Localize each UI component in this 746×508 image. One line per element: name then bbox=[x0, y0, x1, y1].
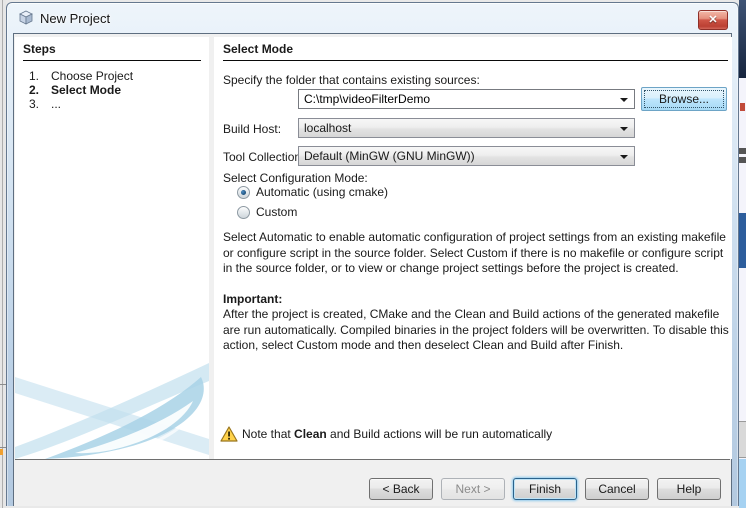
radio-button-icon[interactable] bbox=[237, 186, 250, 199]
dropdown-arrow-icon bbox=[620, 127, 628, 131]
radio-automatic[interactable]: Automatic (using cmake) bbox=[237, 185, 388, 199]
select-mode-panel: Select Mode Specify the folder that cont… bbox=[214, 37, 732, 459]
step-label: Select Mode bbox=[51, 83, 121, 97]
radio-custom[interactable]: Custom bbox=[237, 205, 297, 219]
cube-icon bbox=[18, 10, 34, 26]
step-number: 1. bbox=[29, 69, 51, 83]
radio-button-icon[interactable] bbox=[237, 206, 250, 219]
tool-collection-value: Default (MinGW (GNU MinGW)) bbox=[304, 149, 475, 163]
next-button[interactable]: Next > bbox=[441, 478, 505, 500]
cancel-button[interactable]: Cancel bbox=[585, 478, 649, 500]
build-host-label: Build Host: bbox=[223, 122, 281, 136]
panel-title: Select Mode bbox=[223, 42, 728, 61]
window-title: New Project bbox=[40, 11, 110, 26]
build-host-value: localhost bbox=[304, 121, 351, 135]
config-mode-label: Select Configuration Mode: bbox=[223, 171, 368, 185]
browse-button[interactable]: Browse... bbox=[641, 87, 727, 111]
background-divider bbox=[2, 0, 3, 508]
back-button[interactable]: < Back bbox=[369, 478, 433, 500]
steps-panel: Steps 1. Choose Project 2. Select Mode 3… bbox=[15, 37, 209, 459]
step-number: 3. bbox=[29, 97, 51, 111]
folder-combobox[interactable] bbox=[298, 89, 635, 109]
background-window-right-sliver bbox=[739, 0, 746, 508]
step-label: ... bbox=[51, 97, 61, 111]
finish-button[interactable]: Finish bbox=[513, 478, 577, 500]
background-blue-bar bbox=[739, 213, 746, 268]
watermark-swoosh-graphic bbox=[15, 363, 209, 459]
step-number: 2. bbox=[29, 83, 51, 97]
step-item-select-mode-current: 2. Select Mode bbox=[29, 83, 205, 97]
warning-text: Note that Clean and Build actions will b… bbox=[242, 427, 552, 441]
dropdown-arrow-icon bbox=[620, 155, 628, 159]
tool-collection-combobox[interactable]: Default (MinGW (GNU MinGW)) bbox=[298, 146, 635, 166]
step-item-ellipsis: 3. ... bbox=[29, 97, 205, 111]
close-icon: ✕ bbox=[708, 14, 717, 26]
background-text-fragment bbox=[739, 157, 746, 163]
dropdown-arrow-icon[interactable] bbox=[620, 98, 628, 102]
dialog-body: Steps 1. Choose Project 2. Select Mode 3… bbox=[13, 33, 732, 506]
tool-collection-label: Tool Collection: bbox=[223, 150, 304, 164]
background-accent-mark bbox=[0, 449, 3, 455]
warning-message: Note that Clean and Build actions will b… bbox=[220, 426, 552, 442]
browse-button-label: Browse... bbox=[659, 92, 709, 106]
important-heading: Important: bbox=[223, 292, 731, 308]
background-text-fragment bbox=[739, 148, 746, 154]
steps-list: 1. Choose Project 2. Select Mode 3. ... bbox=[29, 69, 205, 111]
title-bar[interactable]: New Project ✕ bbox=[7, 3, 738, 33]
folder-input[interactable] bbox=[299, 90, 617, 108]
background-blue-edge bbox=[739, 459, 746, 508]
step-label: Choose Project bbox=[51, 69, 133, 83]
steps-header: Steps bbox=[23, 42, 201, 61]
background-gray-band bbox=[739, 421, 746, 458]
build-host-combobox[interactable]: localhost bbox=[298, 118, 635, 138]
radio-custom-label: Custom bbox=[256, 205, 297, 219]
help-button[interactable]: Help bbox=[657, 478, 721, 500]
background-header-strip bbox=[739, 0, 746, 78]
warning-icon bbox=[220, 426, 238, 442]
important-text: After the project is created, CMake and … bbox=[223, 307, 731, 354]
step-item-choose-project: 1. Choose Project bbox=[29, 69, 205, 83]
new-project-dialog: New Project ✕ Steps 1. Choose Project 2.… bbox=[6, 2, 739, 506]
mode-description-text: Select Automatic to enable automatic con… bbox=[223, 230, 731, 277]
button-bar-separator bbox=[15, 459, 730, 460]
close-button[interactable]: ✕ bbox=[698, 10, 728, 30]
background-text-fragment bbox=[740, 103, 745, 111]
folder-source-label: Specify the folder that contains existin… bbox=[223, 73, 480, 87]
radio-automatic-label: Automatic (using cmake) bbox=[256, 185, 388, 199]
